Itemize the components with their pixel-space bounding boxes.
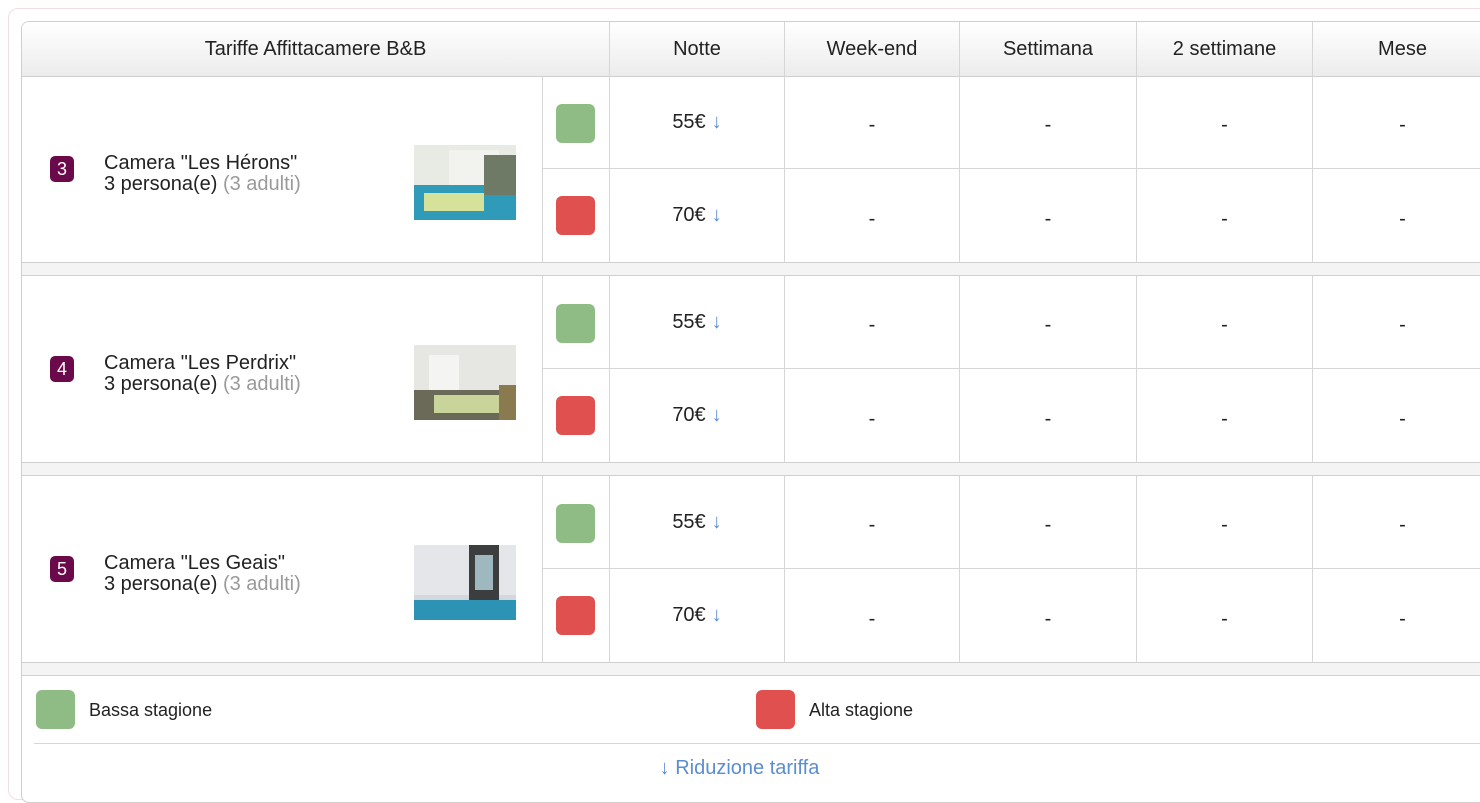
room-name[interactable]: Camera "Les Perdrix"	[104, 353, 296, 374]
price-week-high: -	[1044, 608, 1052, 630]
header-weekend: Week-end	[785, 22, 960, 76]
rate-reduction-link[interactable]: ↓ Riduzione tariffa	[22, 757, 1457, 780]
legend-low-label: Bassa stagione	[89, 700, 213, 720]
price-week-high: -	[1044, 408, 1052, 430]
room-name[interactable]: Camera "Les Hérons"	[104, 153, 297, 174]
legend-high-swatch	[756, 690, 795, 729]
price-weekend-low: -	[868, 314, 876, 336]
price-2weeks-low: -	[1221, 114, 1228, 136]
price-week-low: -	[1044, 514, 1052, 536]
price-2weeks-high: -	[1221, 208, 1228, 230]
room-capacity: 3 persona(e) (3 adulti)	[104, 373, 301, 395]
room-row-4: 4 Camera "Les Perdrix" 3 persona(e) (3 a…	[22, 276, 1480, 463]
price-month-low: -	[1399, 314, 1406, 336]
header-title: Tariffe Affittacamere B&B	[22, 22, 610, 76]
room-photo[interactable]	[414, 145, 516, 220]
price-night-high[interactable]: 70€ ↓	[610, 204, 784, 227]
legend-divider	[34, 743, 1480, 744]
season-legend: Bassa stagione Alta stagione ↓ Riduzione…	[22, 677, 1480, 802]
price-week-low: -	[1044, 314, 1052, 336]
price-weekend-high: -	[868, 608, 876, 630]
header-2-settimane: 2 settimane	[1137, 22, 1313, 76]
legend-high-label: Alta stagione	[809, 700, 914, 720]
room-photo[interactable]	[414, 345, 516, 420]
room-name[interactable]: Camera "Les Geais"	[104, 553, 285, 574]
price-night-low[interactable]: 55€ ↓	[610, 311, 784, 334]
price-weekend-high: -	[868, 408, 876, 430]
price-night-low[interactable]: 55€ ↓	[610, 511, 784, 534]
low-season-swatch	[556, 104, 595, 143]
high-season-swatch	[556, 596, 595, 635]
legend-low-swatch	[36, 690, 75, 729]
price-weekend-low: -	[868, 514, 876, 536]
high-season-swatch	[556, 196, 595, 235]
rates-table: Tariffe Affittacamere B&B Notte Week-end…	[21, 21, 1480, 803]
price-month-low: -	[1399, 114, 1406, 136]
price-night-high[interactable]: 70€ ↓	[610, 604, 784, 627]
high-season-swatch	[556, 396, 595, 435]
row-separator	[22, 663, 1480, 676]
price-weekend-low: -	[868, 114, 876, 136]
header-mese: Mese	[1378, 38, 1427, 60]
room-capacity: 3 persona(e) (3 adulti)	[104, 173, 301, 195]
header-notte: Notte	[610, 22, 785, 76]
header-settimana: Settimana	[960, 22, 1137, 76]
row-separator	[22, 463, 1480, 476]
price-2weeks-low: -	[1221, 514, 1228, 536]
price-month-high: -	[1399, 408, 1406, 430]
row-separator	[22, 263, 1480, 276]
table-header: Tariffe Affittacamere B&B Notte Week-end…	[22, 22, 1480, 77]
price-weekend-high: -	[868, 208, 876, 230]
price-2weeks-high: -	[1221, 408, 1228, 430]
price-month-low: -	[1399, 514, 1406, 536]
room-capacity: 3 persona(e) (3 adulti)	[104, 573, 301, 595]
price-month-high: -	[1399, 608, 1406, 630]
low-season-swatch	[556, 504, 595, 543]
room-number-badge: 4	[50, 356, 74, 382]
low-season-swatch	[556, 304, 595, 343]
price-night-low[interactable]: 55€ ↓	[610, 111, 784, 134]
price-month-high: -	[1399, 208, 1406, 230]
room-number-badge: 3	[50, 156, 74, 182]
room-row-3: 3 Camera "Les Hérons" 3 persona(e) (3 ad…	[22, 76, 1480, 263]
price-2weeks-low: -	[1221, 314, 1228, 336]
room-photo[interactable]	[414, 545, 516, 620]
room-number-badge: 5	[50, 556, 74, 582]
price-night-high[interactable]: 70€ ↓	[610, 404, 784, 427]
price-week-low: -	[1044, 114, 1052, 136]
room-row-5: 5 Camera "Les Geais" 3 persona(e) (3 adu…	[22, 476, 1480, 663]
price-week-high: -	[1044, 208, 1052, 230]
price-2weeks-high: -	[1221, 608, 1228, 630]
